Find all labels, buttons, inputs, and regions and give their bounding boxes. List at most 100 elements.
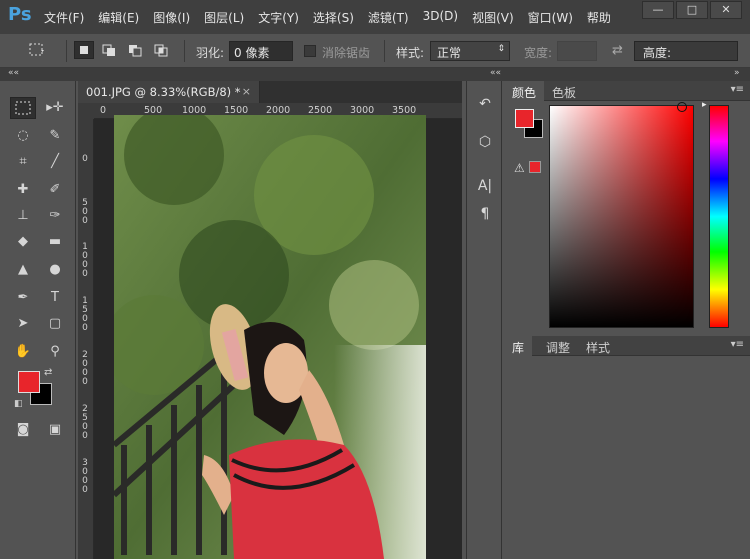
menu-view[interactable]: 视图(V)	[472, 9, 514, 26]
antialias-checkbox[interactable]	[304, 45, 316, 57]
ruler-tick: 2 0 0 0	[82, 350, 88, 387]
chevron-updown-icon: ⇕	[497, 44, 505, 54]
panel-menu-icon[interactable]: ▾≡	[731, 339, 744, 350]
photo-canvas[interactable]	[114, 115, 426, 559]
vertical-ruler[interactable]: 0 5 0 0 1 0 0 0 1 5 0 0 2 0 0 0 2 5 0 0 …	[78, 119, 94, 559]
expand-panels-icon[interactable]: »	[734, 68, 740, 78]
eraser-tool-icon[interactable]: ◆	[10, 231, 36, 253]
panel-foreground-swatch[interactable]	[515, 109, 534, 128]
toolbox: ▸✛ ◌ ✎ ⌗ ╱ ✚ ✐ ⊥ ✑ ◆ ▬ ▲ ● ✒ T ➤ ▢ ✋ ⚲ ⇄…	[0, 81, 76, 559]
tab-adjustments[interactable]: 调整	[538, 336, 578, 356]
tab-library[interactable]: 库	[504, 336, 533, 356]
swap-colors-icon[interactable]: ⇄	[44, 367, 52, 378]
restore-button[interactable]: □	[676, 1, 708, 19]
clone-stamp-icon[interactable]: ⊥	[10, 205, 36, 227]
ruler-tick: 5 0 0	[82, 198, 88, 226]
width-label: 宽度:	[524, 46, 553, 60]
ruler-tick: 1 5 0 0	[82, 296, 88, 333]
hand-tool-icon[interactable]: ✋	[10, 341, 36, 363]
style-label: 样式:	[396, 46, 425, 60]
library-panel-tabs: 库 调整 样式 ▾≡	[504, 336, 750, 356]
healing-brush-icon[interactable]: ✚	[10, 179, 36, 201]
swap-dimensions-icon[interactable]: ⇄	[612, 43, 630, 59]
pen-tool-icon[interactable]: ✒	[10, 287, 36, 309]
foreground-color-swatch[interactable]	[18, 371, 40, 393]
ruler-origin[interactable]	[78, 103, 94, 119]
blur-tool-icon[interactable]: ▲	[10, 259, 36, 281]
ruler-tick: 3 0 0 0	[82, 458, 88, 495]
gamut-color-swatch[interactable]	[529, 161, 541, 173]
menu-type[interactable]: 文字(Y)	[258, 9, 299, 26]
feather-label: 羽化:	[196, 46, 225, 60]
menu-3d[interactable]: 3D(D)	[423, 9, 458, 26]
panel-menu-icon[interactable]: ▾≡	[731, 84, 744, 95]
intersect-selection-icon[interactable]	[152, 42, 170, 58]
crop-tool-icon[interactable]: ⌗	[10, 151, 36, 173]
lasso-tool-icon[interactable]: ◌	[10, 125, 36, 147]
zoom-tool-icon[interactable]: ⚲	[42, 341, 68, 363]
add-selection-icon[interactable]	[100, 42, 118, 58]
dodge-tool-icon[interactable]: ●	[42, 259, 68, 281]
color-field[interactable]	[549, 102, 694, 328]
move-tool-icon[interactable]: ▸✛	[42, 97, 68, 119]
new-selection-icon[interactable]	[74, 41, 94, 59]
ruler-tick: 1 0 0 0	[82, 242, 88, 279]
3d-panel-icon[interactable]: ⬡	[473, 131, 497, 153]
menu-bar: Ps 文件(F) 编辑(E) 图像(I) 图层(L) 文字(Y) 选择(S) 滤…	[0, 0, 750, 34]
hue-slider-handle[interactable]: ▸	[702, 100, 707, 110]
gradient-tool-icon[interactable]: ▬	[42, 231, 68, 253]
history-brush-icon[interactable]: ✑	[42, 205, 68, 227]
ruler-tick: 0	[100, 105, 107, 116]
type-tool-icon[interactable]: T	[42, 287, 68, 309]
feather-input[interactable]: 0 像素	[229, 41, 293, 61]
menu-filter[interactable]: 滤镜(T)	[368, 9, 409, 26]
tab-strip	[260, 81, 462, 103]
screen-mode-icon[interactable]: ▣	[42, 419, 68, 441]
close-document-icon[interactable]: ×	[242, 85, 251, 98]
style-select-value: 正常	[437, 46, 462, 60]
paragraph-panel-icon[interactable]: ¶	[473, 203, 497, 225]
close-button[interactable]: ✕	[710, 1, 742, 19]
menu-file[interactable]: 文件(F)	[44, 9, 84, 26]
gamut-warning-icon[interactable]: ⚠	[514, 161, 525, 175]
quick-mask-icon[interactable]: ◙	[10, 419, 36, 441]
hue-slider[interactable]: ▸	[702, 100, 729, 328]
color-panel-tabs: 颜色 色板 ▾≡	[504, 81, 750, 101]
minimize-button[interactable]: —	[642, 1, 674, 19]
color-picker-handle[interactable]	[677, 102, 687, 112]
tab-swatches[interactable]: 色板	[544, 81, 584, 101]
style-select[interactable]: 正常 ⇕	[430, 41, 510, 61]
character-panel-icon[interactable]: A|	[473, 175, 497, 197]
document-tab[interactable]: 001.JPG @ 8.33%(RGB/8) * ×	[78, 81, 260, 103]
library-panel: 库 调整 样式 ▾≡	[504, 336, 750, 559]
path-selection-icon[interactable]: ➤	[10, 313, 36, 335]
default-colors-icon[interactable]: ◧	[14, 399, 23, 409]
document-window: 001.JPG @ 8.33%(RGB/8) * × 0 500 1000 15…	[78, 81, 462, 559]
rectangular-marquee-icon[interactable]	[10, 97, 36, 119]
tab-color[interactable]: 颜色	[504, 81, 545, 101]
eyedropper-icon[interactable]: ╱	[42, 151, 68, 173]
panel-header-strip: «« «« »	[0, 68, 750, 81]
menu-items: 文件(F) 编辑(E) 图像(I) 图层(L) 文字(Y) 选择(S) 滤镜(T…	[44, 9, 625, 26]
menu-edit[interactable]: 编辑(E)	[98, 9, 139, 26]
quick-selection-icon[interactable]: ✎	[42, 125, 68, 147]
menu-help[interactable]: 帮助	[587, 9, 611, 26]
brush-tool-icon[interactable]: ✐	[42, 179, 68, 201]
menu-select[interactable]: 选择(S)	[313, 9, 354, 26]
menu-window[interactable]: 窗口(W)	[528, 9, 573, 26]
history-panel-icon[interactable]: ↶	[473, 93, 497, 115]
antialias-label: 消除锯齿	[322, 46, 371, 60]
ruler-tick: 2 5 0 0	[82, 404, 88, 441]
canvas[interactable]	[94, 115, 462, 559]
width-input[interactable]	[557, 41, 597, 61]
collapse-dock-icon[interactable]: ««	[490, 68, 501, 78]
marquee-preset-icon[interactable]	[28, 42, 46, 58]
collapse-toolbox-icon[interactable]: ««	[8, 68, 19, 78]
ruler-tick: 0	[82, 154, 88, 164]
menu-layer[interactable]: 图层(L)	[204, 9, 244, 26]
menu-image[interactable]: 图像(I)	[153, 9, 190, 26]
subtract-selection-icon[interactable]	[126, 42, 144, 58]
tab-styles[interactable]: 样式	[578, 336, 618, 356]
height-input[interactable]: 高度:	[634, 41, 738, 61]
shape-tool-icon[interactable]: ▢	[42, 313, 68, 335]
